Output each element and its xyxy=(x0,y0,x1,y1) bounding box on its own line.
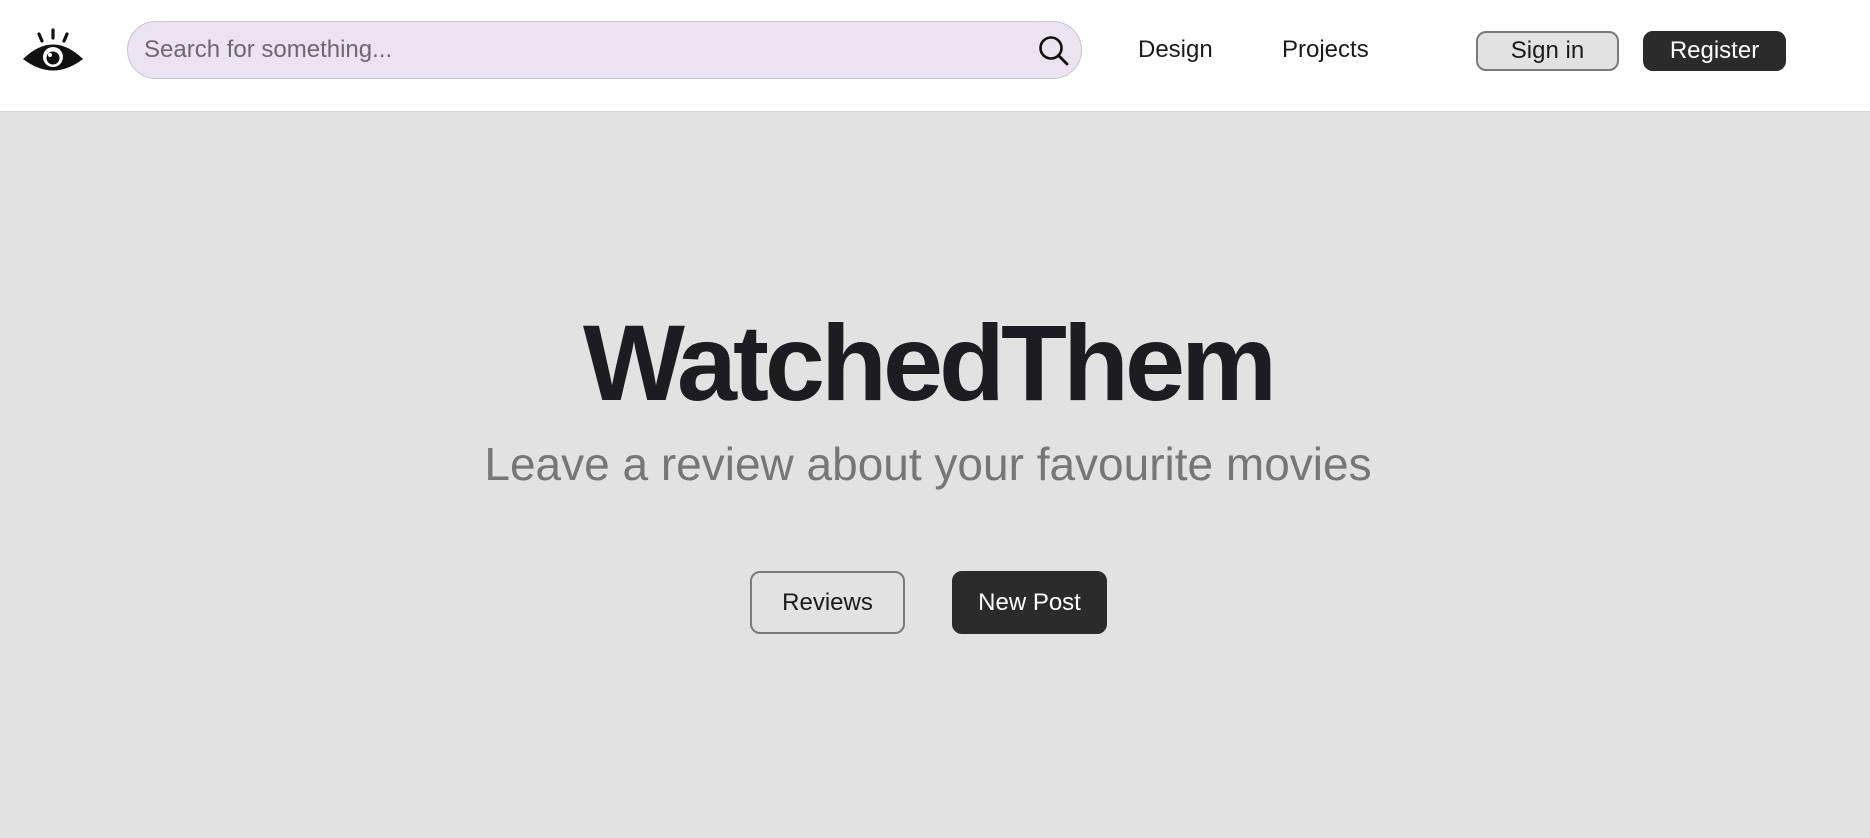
hero-title: WatchedThem xyxy=(582,302,1277,423)
search-input[interactable] xyxy=(144,36,1024,64)
hero-subtitle: Leave a review about your favourite movi… xyxy=(484,438,1372,490)
register-button[interactable]: Register xyxy=(1643,31,1786,71)
nav-link-projects[interactable]: Projects xyxy=(1282,34,1369,66)
eye-icon[interactable] xyxy=(22,28,84,74)
search-icon[interactable] xyxy=(1037,34,1071,68)
reviews-button[interactable]: Reviews xyxy=(750,571,905,634)
sign-in-button[interactable]: Sign in xyxy=(1476,31,1619,71)
search-bar xyxy=(127,21,1082,79)
nav-link-design[interactable]: Design xyxy=(1138,34,1213,66)
top-navbar: Design Projects Sign in Register xyxy=(0,0,1870,112)
new-post-button[interactable]: New Post xyxy=(952,571,1107,634)
